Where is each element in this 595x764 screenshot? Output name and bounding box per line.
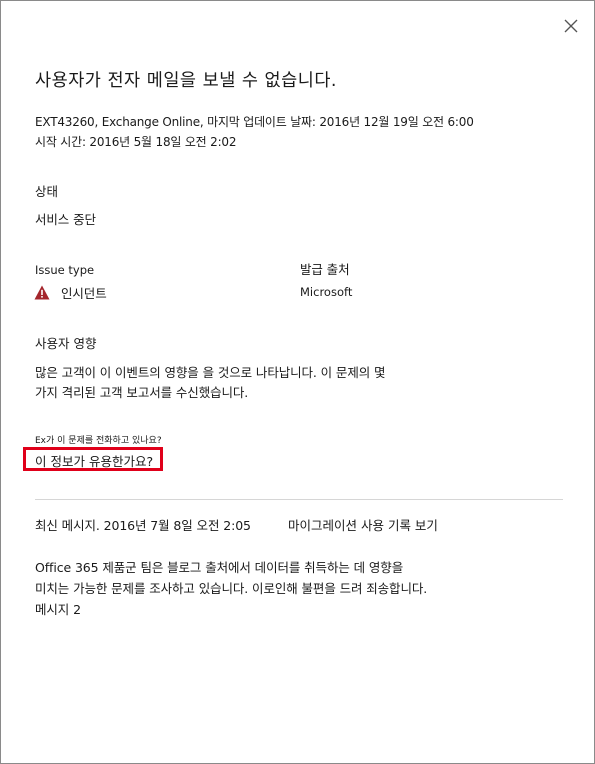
origin-value: Microsoft [300, 285, 353, 299]
start-time-line: 시작 시간: 2016년 5월 18일 오전 2:02 [35, 135, 237, 149]
message-line3: 메시지 2 [35, 602, 81, 617]
incident-title: 사용자가 전자 메일을 보낼 수 없습니다. [35, 71, 337, 91]
helpful-prompt-link[interactable]: 이 정보가 유용한가요? [35, 451, 153, 470]
divider [35, 499, 563, 500]
origin-label: 발급 출처 [300, 262, 350, 277]
close-button[interactable] [560, 15, 582, 37]
view-history-link[interactable]: 마이그레이션 사용 기록 보기 [288, 515, 438, 534]
user-impact-line1: 많은 고객이 이 이벤트의 영향을 을 것으로 나타납니다. 이 문제의 몇 [35, 365, 386, 380]
latest-message-label: 최신 메시지. 2016년 7월 8일 오전 2:05 [35, 518, 251, 533]
warning-icon [34, 285, 50, 300]
message-line1: Office 365 제품군 팀은 블로그 출처에서 데이터를 취득하는 데 영… [35, 560, 404, 575]
incident-details-panel: 사용자가 전자 메일을 보낼 수 없습니다. EXT43260, Exchang… [0, 0, 595, 764]
message-line2: 미치는 가능한 문제를 조사하고 있습니다. 이로인해 불편을 드려 죄송합니다… [35, 581, 428, 596]
issue-type-value: 인시던트 [61, 286, 107, 301]
status-value: 서비스 중단 [35, 212, 96, 227]
status-label: 상태 [35, 184, 59, 199]
incident-meta-line: EXT43260, Exchange Online, 마지막 업데이트 날짜: … [35, 115, 474, 129]
user-impact-line2: 가지 격리된 고객 보고서를 수신했습니다. [35, 385, 249, 400]
close-icon [564, 19, 578, 33]
issue-type-label: Issue type [35, 263, 95, 277]
feedback-question: Ex가 이 문제를 전화하고 있나요? [35, 436, 162, 446]
user-impact-label: 사용자 영향 [35, 336, 97, 351]
